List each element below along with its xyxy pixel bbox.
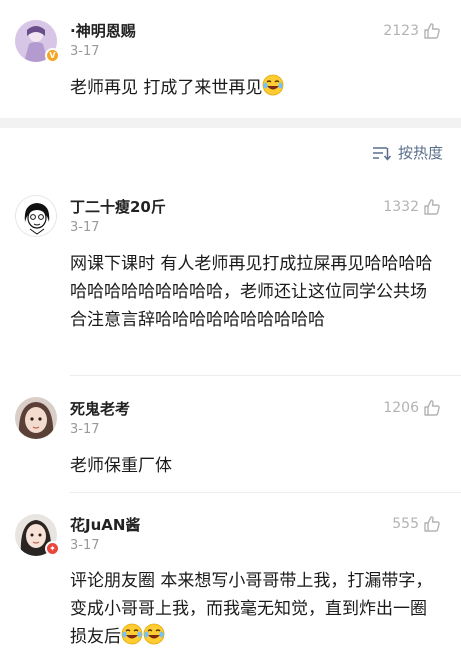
like-button[interactable]: 1332 — [383, 198, 441, 216]
divider — [70, 492, 461, 493]
thumbs-up-icon — [424, 400, 440, 416]
comment-text: 老师再见 打成了来世再见 — [70, 74, 441, 102]
comment-date: 3-17 — [70, 44, 100, 59]
like-count: 2123 — [383, 23, 419, 39]
like-count: 1206 — [383, 400, 419, 416]
comment-date: 3-17 — [70, 538, 100, 553]
thumbs-up-icon — [424, 199, 440, 215]
like-count: 1332 — [383, 199, 419, 215]
comment-date: 3-17 — [70, 422, 100, 437]
laughing-tears-emoji-icon — [121, 623, 143, 645]
comment-text: 评论朋友圈 本来想写小哥哥带上我，打漏带字，变成小哥哥上我，而我毫无知觉，直到炸… — [70, 567, 441, 651]
comment-username[interactable]: 花JuAN酱 — [70, 514, 140, 535]
comment-text-content: 老师再见 打成了来世再见 — [70, 78, 263, 98]
vip-badge-icon: V — [45, 48, 60, 63]
thumbs-up-icon — [424, 23, 440, 39]
comment-text: 网课下课时 有人老师再见打成拉屎再见哈哈哈哈哈哈哈哈哈哈哈哈哈，老师还让这位同学… — [70, 254, 433, 330]
section-separator — [0, 118, 461, 128]
avatar[interactable] — [15, 195, 57, 237]
avatar[interactable] — [15, 397, 57, 439]
thumbs-up-icon — [424, 516, 440, 532]
avatar-image — [15, 397, 57, 439]
comment-username[interactable]: ·神明恩赐 — [70, 20, 136, 41]
like-button[interactable]: 2123 — [383, 22, 441, 40]
laughing-tears-emoji-icon — [143, 623, 165, 645]
like-count: 555 — [392, 516, 419, 532]
sort-label: 按热度 — [397, 144, 443, 162]
sort-by-hot-button[interactable]: 按热度 — [372, 142, 443, 163]
comment-text: 老师保重厂体 — [70, 456, 172, 476]
like-button[interactable]: 1206 — [383, 399, 441, 417]
divider — [70, 375, 461, 376]
like-button[interactable]: 555 — [392, 515, 441, 533]
avatar-image — [16, 196, 56, 236]
comment-username[interactable]: 丁二十瘦20斤 — [70, 196, 166, 217]
sort-icon — [372, 146, 392, 161]
sort-bar: 按热度 — [0, 128, 461, 174]
comment-date: 3-17 — [70, 220, 100, 235]
member-badge-icon: ✦ — [45, 541, 60, 556]
laughing-tears-emoji-icon — [263, 74, 284, 96]
comment-username[interactable]: 死鬼老考 — [70, 398, 130, 419]
